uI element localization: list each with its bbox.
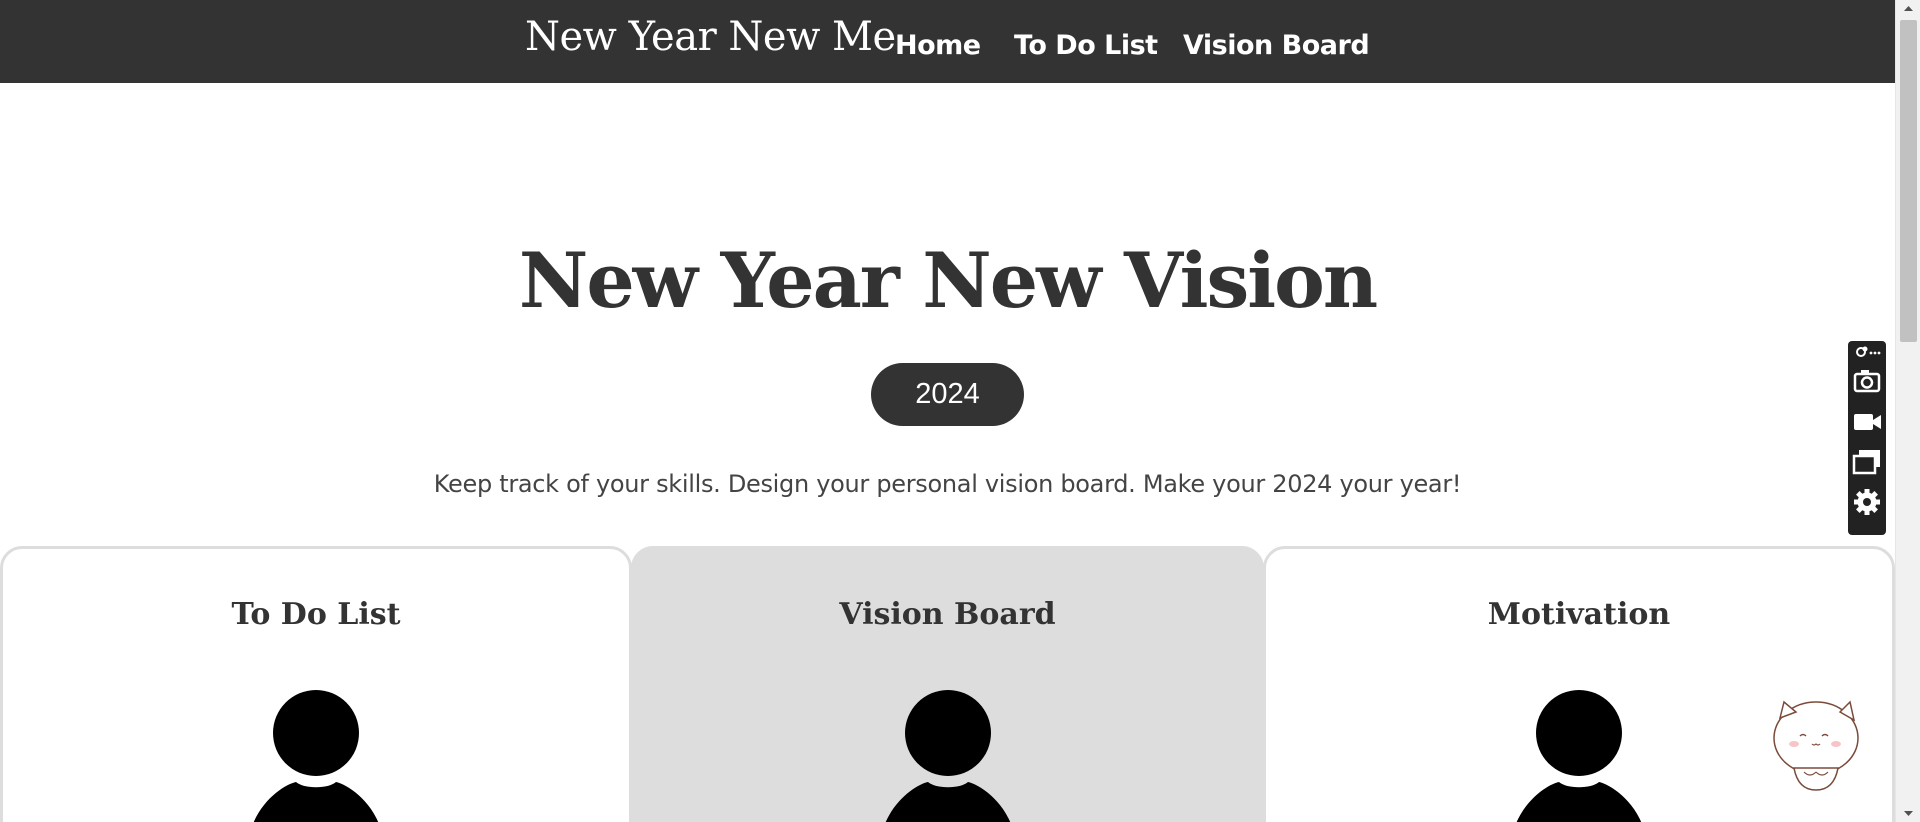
video-camera-icon[interactable] [1852, 407, 1882, 437]
cat-mascot-icon[interactable] [1758, 672, 1868, 797]
scroll-up-arrow-icon[interactable] [1896, 0, 1920, 18]
scroll-down-arrow-icon[interactable] [1896, 804, 1920, 822]
card-title: Vision Board [839, 597, 1056, 632]
card-to-do-list[interactable]: To Do List [0, 546, 632, 822]
hero-title: New Year New Vision [518, 236, 1378, 325]
vertical-scrollbar[interactable] [1895, 0, 1920, 822]
card-title: To Do List [231, 597, 401, 632]
nav-link-vision-board[interactable]: Vision Board [1183, 30, 1370, 61]
extension-menu-icon[interactable] [1852, 343, 1882, 361]
hero-tagline: Keep track of your skills. Design your p… [433, 470, 1462, 498]
top-navbar: New Year New Me Home To Do List Vision B… [0, 0, 1895, 83]
card-vision-board[interactable]: Vision Board [631, 546, 1264, 822]
camera-icon[interactable] [1852, 367, 1882, 397]
windows-icon[interactable] [1852, 447, 1882, 477]
person-icon [1516, 690, 1642, 822]
scrollbar-thumb[interactable] [1900, 20, 1917, 342]
nav-link-to-do-list[interactable]: To Do List [1014, 30, 1158, 61]
nav-link-home[interactable]: Home [895, 30, 981, 61]
capture-toolbar [1848, 341, 1886, 535]
gear-icon[interactable] [1852, 487, 1882, 517]
card-title: Motivation [1487, 597, 1671, 632]
person-icon [253, 690, 379, 822]
brand-title[interactable]: New Year New Me [525, 14, 896, 60]
year-badge: 2024 [871, 363, 1024, 426]
person-icon [885, 690, 1010, 822]
